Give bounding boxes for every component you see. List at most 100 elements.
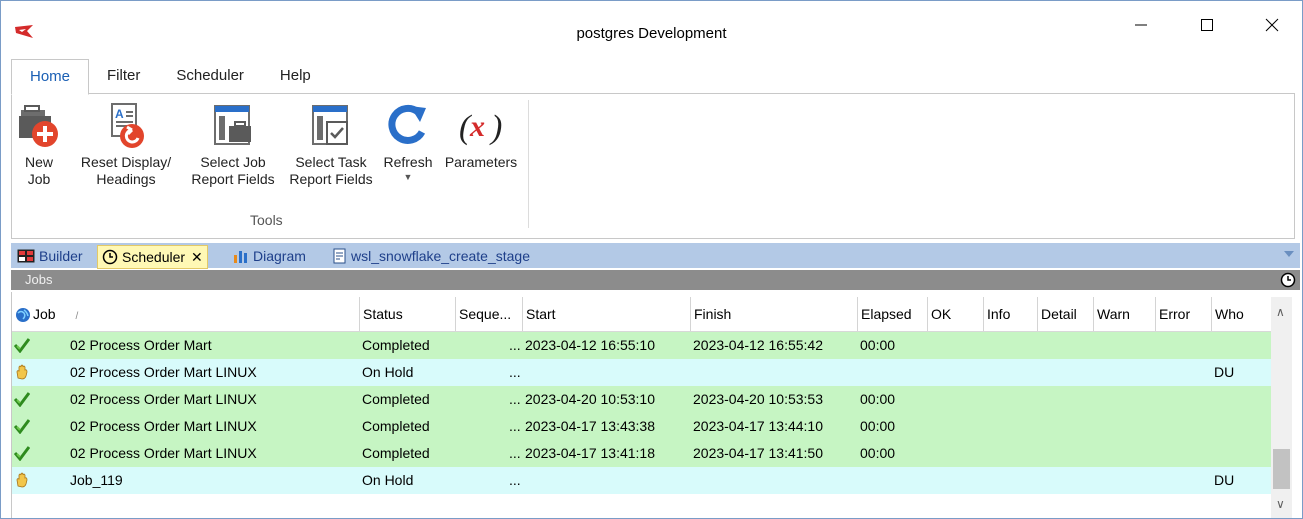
cell-job: 02 Process Order Mart LINUX	[70, 445, 257, 461]
tab-filter[interactable]: Filter	[89, 59, 158, 93]
select-task-fields-label-2: Report Fields	[289, 171, 373, 187]
cell-start: 2023-04-17 13:43:38	[525, 418, 655, 434]
cell-finish: 2023-04-17 13:44:10	[693, 418, 823, 434]
table-row[interactable]: 02 Process Order Mart LINUX Completed... 2…	[12, 413, 1271, 441]
doc-tab-scheduler-label: Scheduler	[122, 249, 186, 265]
clock-icon[interactable]	[1280, 272, 1296, 288]
document-tab-bar: Builder Scheduler ✕ Diagram wsl_snowflak…	[11, 243, 1300, 269]
ribbon-group-label: Tools	[250, 212, 283, 228]
cell-status: On Hold	[362, 472, 414, 488]
vertical-scrollbar[interactable]: ∧ ∨	[1271, 297, 1292, 518]
cell-elapsed: 00:00	[860, 445, 896, 461]
parameters-button[interactable]: ( x ) Parameters	[440, 102, 522, 171]
select-job-fields-icon	[214, 105, 251, 145]
column-header-sequence[interactable]: Seque...	[455, 297, 522, 331]
refresh-button[interactable]: Refresh ▼	[378, 102, 438, 183]
cell-seq: ...	[509, 364, 521, 380]
refresh-label: Refresh	[383, 154, 433, 170]
tab-home[interactable]: Home	[11, 59, 90, 95]
clock-icon	[102, 249, 118, 265]
doc-tab-diagram[interactable]: Diagram	[229, 245, 306, 267]
column-header-finish[interactable]: Finish	[690, 297, 857, 331]
scroll-down-icon[interactable]: ∨	[1276, 497, 1285, 511]
new-job-icon	[19, 105, 58, 147]
refresh-dropdown-arrow-icon[interactable]: ▼	[378, 171, 438, 183]
cell-seq: ...	[509, 445, 521, 461]
tab-list-dropdown-icon[interactable]	[1284, 251, 1294, 257]
select-task-fields-button[interactable]: Select Task Report Fields	[284, 102, 378, 188]
column-header-error[interactable]: Error	[1155, 297, 1211, 331]
select-task-fields-icon	[312, 105, 348, 145]
on-hold-hand-icon	[16, 364, 28, 380]
cell-finish: 2023-04-17 13:41:50	[693, 445, 823, 461]
maximize-button[interactable]	[1184, 9, 1230, 41]
tab-help[interactable]: Help	[262, 59, 329, 93]
tab-scheduler[interactable]: Scheduler	[158, 59, 262, 93]
cell-finish: 2023-04-12 16:55:42	[693, 337, 823, 353]
column-header-who[interactable]: Who	[1211, 297, 1271, 331]
new-job-label-2: Job	[27, 171, 51, 187]
table-row[interactable]: 02 Process Order Mart LINUX On Hold... DU	[12, 359, 1271, 387]
cell-elapsed: 00:00	[860, 391, 896, 407]
cell-job: 02 Process Order Mart	[70, 337, 212, 353]
cell-status: Completed	[362, 445, 430, 461]
table-row[interactable]: Job_119 On Hold... DU	[12, 467, 1271, 495]
cell-status: Completed	[362, 418, 430, 434]
column-header-ok[interactable]: OK	[927, 297, 983, 331]
script-icon	[333, 248, 346, 264]
cell-who: DU	[1214, 472, 1235, 488]
cell-job: 02 Process Order Mart LINUX	[70, 364, 257, 380]
doc-tab-builder[interactable]: Builder	[13, 245, 83, 267]
scroll-up-icon[interactable]: ∧	[1276, 305, 1285, 319]
close-tab-icon[interactable]: ✕	[191, 249, 203, 266]
title-bar: postgres Development	[1, 1, 1302, 57]
column-header-info[interactable]: Info	[983, 297, 1037, 331]
cell-status: Completed	[362, 337, 430, 353]
cell-status: Completed	[362, 391, 430, 407]
ribbon-group-divider	[528, 100, 529, 228]
cell-job: Job_119	[70, 472, 123, 488]
cell-status: On Hold	[362, 364, 414, 380]
new-job-button[interactable]: New Job	[14, 102, 64, 188]
table-row[interactable]: 02 Process Order Mart LINUX Completed... 2…	[12, 386, 1271, 414]
column-header-detail[interactable]: Detail	[1037, 297, 1093, 331]
column-header-status[interactable]: Status	[359, 297, 455, 331]
cell-seq: ...	[509, 337, 521, 353]
new-job-label-1: New	[24, 154, 53, 170]
column-job-label: Job	[33, 306, 56, 322]
grid-header: Job / Status Seque... Start Finish Elaps…	[12, 297, 1271, 332]
cell-start: 2023-04-20 10:53:10	[525, 391, 655, 407]
window-title: postgres Development	[576, 25, 727, 42]
diagram-icon	[234, 251, 247, 263]
close-icon	[1265, 18, 1279, 32]
scrollbar-thumb[interactable]	[1273, 449, 1290, 489]
cell-finish: 2023-04-20 10:53:53	[693, 391, 823, 407]
app-window: postgres Development Home Filter Schedul…	[0, 0, 1303, 519]
table-row[interactable]: 02 Process Order Mart LINUX Completed... 2…	[12, 440, 1271, 468]
close-button[interactable]	[1249, 9, 1295, 41]
column-header-job[interactable]: Job /	[12, 297, 359, 331]
jobs-grid: Job / Status Seque... Start Finish Elaps…	[11, 292, 1301, 518]
column-header-start[interactable]: Start	[522, 297, 690, 331]
globe-icon	[16, 308, 30, 323]
cell-start: 2023-04-17 13:41:18	[525, 445, 655, 461]
svg-text:x: x	[469, 110, 485, 143]
ribbon-home-panel: New Job A Reset Display/ Headings Select…	[11, 93, 1295, 239]
on-hold-hand-icon	[16, 472, 28, 488]
doc-tab-builder-label: Builder	[39, 248, 83, 264]
minimize-button[interactable]	[1118, 9, 1164, 41]
doc-tab-scheduler[interactable]: Scheduler ✕	[97, 245, 208, 269]
column-header-warn[interactable]: Warn	[1093, 297, 1155, 331]
completed-check-icon	[14, 446, 30, 461]
reset-display-button[interactable]: A Reset Display/ Headings	[78, 102, 174, 188]
reset-display-label-2: Headings	[96, 171, 156, 187]
svg-text:A: A	[115, 107, 124, 121]
doc-tab-script[interactable]: wsl_snowflake_create_stage	[329, 245, 530, 267]
table-row[interactable]: 02 Process Order Mart Completed... 2023-04…	[12, 332, 1271, 360]
jobs-panel-header: Jobs	[11, 270, 1300, 290]
builder-icon	[17, 249, 35, 263]
minimize-icon	[1135, 24, 1147, 26]
select-job-fields-label-1: Select Job	[200, 154, 266, 170]
column-header-elapsed[interactable]: Elapsed	[857, 297, 927, 331]
select-job-fields-button[interactable]: Select Job Report Fields	[186, 102, 280, 188]
